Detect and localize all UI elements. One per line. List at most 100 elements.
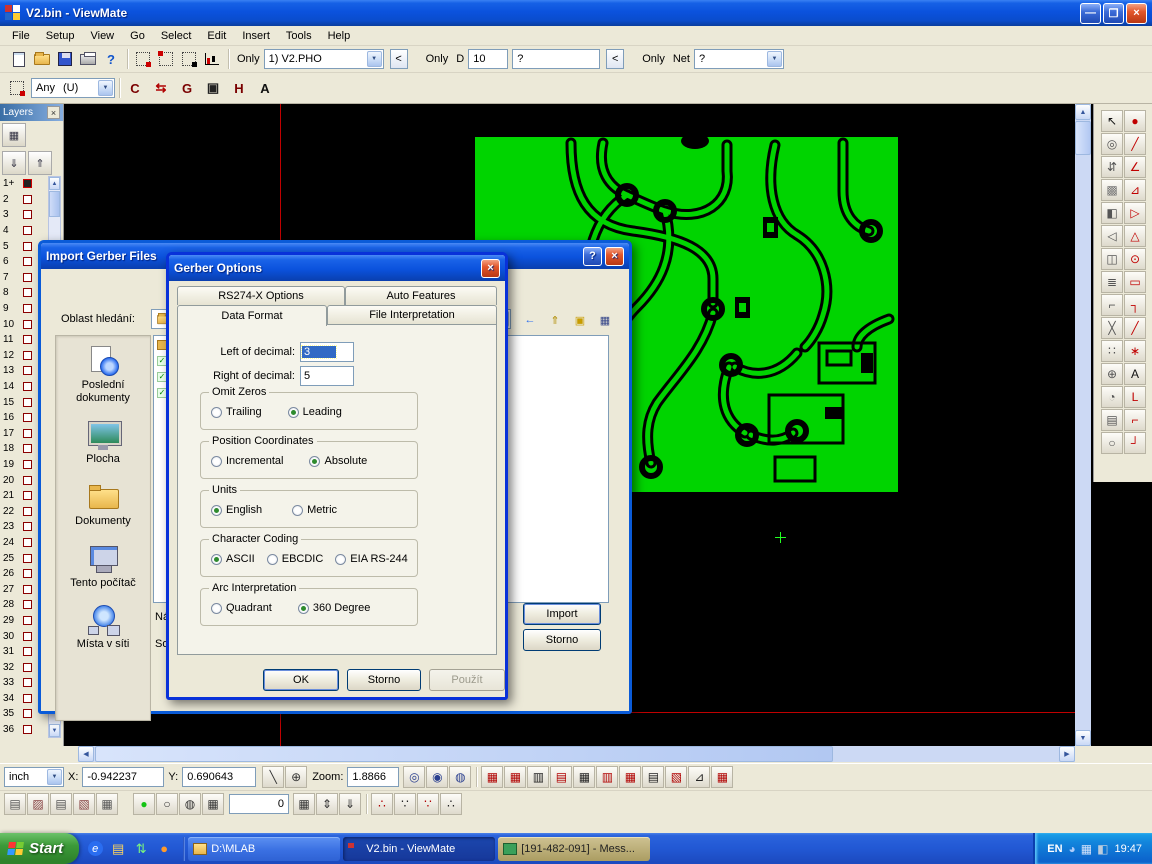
toolbar2-g-code-button[interactable]: G — [176, 77, 198, 99]
tool-tri-corner-button[interactable]: ⊿ — [1124, 179, 1146, 201]
menu-item-help[interactable]: Help — [320, 28, 359, 44]
tool-rect-tool-button[interactable]: ▭ — [1124, 271, 1146, 293]
layer-color-swatch[interactable] — [23, 709, 32, 718]
tool-quarter-button[interactable]: ◔ — [1101, 386, 1123, 408]
layer-color-swatch[interactable] — [23, 522, 32, 531]
taskbar-window-d-mlab[interactable]: D:\MLAB — [188, 837, 340, 861]
dots-dark-2-button[interactable]: ∴ — [440, 793, 462, 815]
tool-cursor-button[interactable]: ↖ — [1101, 110, 1123, 132]
import-cancel-button[interactable]: Storno — [523, 629, 601, 651]
import-button[interactable]: Import — [523, 603, 601, 625]
scroll-left-icon[interactable]: ◀ — [78, 746, 94, 762]
tool-pad-red-button[interactable]: ● — [1124, 110, 1146, 132]
status-led-button[interactable]: ● — [133, 793, 155, 815]
restore-button[interactable]: ❐ — [1103, 3, 1124, 24]
layers-panel-header[interactable]: Layers × — [0, 104, 63, 121]
grid-red-1-button[interactable]: ▦ — [481, 766, 503, 788]
zoom-value-field[interactable]: 1.8866 — [347, 767, 399, 787]
tool-tri-right-button[interactable]: ▷ — [1124, 202, 1146, 224]
combo-arrow-icon[interactable] — [98, 80, 113, 96]
radio-english-control[interactable] — [211, 505, 222, 516]
minimize-button[interactable]: — — [1080, 3, 1101, 24]
units-combo[interactable]: inch — [4, 767, 64, 787]
layer-color-swatch[interactable] — [23, 351, 32, 360]
layer-color-swatch[interactable] — [23, 288, 32, 297]
grid-small-button[interactable]: ▦ — [202, 793, 224, 815]
apply-button[interactable]: Použít — [429, 669, 505, 691]
tab-data-format[interactable]: Data Format — [177, 305, 327, 326]
taskbar-window-v2-bin-viewmate[interactable]: V2.bin - ViewMate — [343, 837, 495, 861]
zoom-fit-button[interactable]: ◍ — [449, 766, 471, 788]
measure-chart-button[interactable] — [201, 48, 223, 70]
layer-color-swatch[interactable] — [23, 382, 32, 391]
save-button[interactable] — [54, 48, 76, 70]
tool-corner-bl-button[interactable]: ⌐ — [1124, 409, 1146, 431]
grid-red-3-button[interactable]: ▤ — [550, 766, 572, 788]
new-file-button[interactable] — [8, 48, 30, 70]
measure-diag-button[interactable]: ╲ — [262, 766, 284, 788]
radio-ascii-control[interactable] — [211, 554, 222, 565]
layer-color-swatch[interactable] — [23, 444, 32, 453]
radio-option-absolute[interactable]: Absolute — [309, 455, 367, 467]
grid-red-6-button[interactable]: ▦ — [711, 766, 733, 788]
keyboard-language-indicator[interactable]: EN — [1047, 843, 1062, 855]
layer-color-swatch[interactable] — [23, 694, 32, 703]
layer-row-1[interactable]: 1+ — [0, 176, 48, 192]
folder-quicklaunch[interactable]: ▤ — [108, 838, 128, 860]
layers-close-button[interactable]: × — [47, 106, 60, 119]
tool-lines-h-button[interactable]: ≣ — [1101, 271, 1123, 293]
tool-corner-neg-button[interactable]: ⌐ — [1101, 294, 1123, 316]
menu-item-tools[interactable]: Tools — [278, 28, 320, 44]
layer-row-4[interactable]: 4 — [0, 223, 48, 239]
toolbar2-pad-square-button[interactable]: ▣ — [202, 77, 224, 99]
layer-color-swatch[interactable] — [23, 507, 32, 516]
start-button[interactable]: Start — [0, 833, 79, 864]
context-help-button[interactable]: ? — [100, 48, 122, 70]
tool-line-diag-button[interactable]: ╱ — [1124, 133, 1146, 155]
print-button[interactable] — [77, 48, 99, 70]
ok-button[interactable]: OK — [263, 669, 339, 691]
place-posledn-dokumenty[interactable]: Poslední dokumenty — [58, 346, 148, 404]
close-button[interactable]: × — [1126, 3, 1147, 24]
layer-color-swatch[interactable] — [23, 616, 32, 625]
grid-sheet-button[interactable]: ▦ — [96, 793, 118, 815]
tool-move-vert-button[interactable]: ⇵ — [1101, 156, 1123, 178]
tool-slash-button[interactable]: ╱ — [1124, 317, 1146, 339]
undo-tray-icon[interactable]: ◕ — [1069, 842, 1076, 856]
layer-move-up-button[interactable]: ⇑ — [28, 151, 52, 175]
layer-move-down-button[interactable]: ⇓ — [2, 151, 26, 175]
layer-color-swatch[interactable] — [23, 179, 32, 188]
layer-color-swatch[interactable] — [23, 647, 32, 656]
dots-red-1-button[interactable]: ∴ — [371, 793, 393, 815]
radio-option-incremental[interactable]: Incremental — [211, 455, 283, 467]
import-help-button[interactable]: ? — [583, 247, 602, 266]
radio-eia-rs-244-control[interactable] — [335, 554, 346, 565]
layer-color-swatch[interactable] — [23, 600, 32, 609]
hatch-sheet-button[interactable]: ▨ — [27, 793, 49, 815]
tool-text-a-button[interactable]: A — [1124, 363, 1146, 385]
scroll-down-icon[interactable]: ▼ — [49, 724, 60, 737]
canvas-hscrollbar[interactable]: ◀ ▶ — [78, 746, 1075, 762]
gerber-close-button[interactable]: × — [481, 259, 500, 278]
radio-option-ascii[interactable]: ASCII — [211, 553, 255, 565]
radio-option-eia-rs-244[interactable]: EIA RS-244 — [335, 553, 407, 565]
layer-color-swatch[interactable] — [23, 460, 32, 469]
radio-option-english[interactable]: English — [211, 504, 262, 516]
tool-tri-left-button[interactable]: ◁ — [1101, 225, 1123, 247]
layers-scroll-thumb[interactable] — [49, 191, 60, 217]
aperture-type-combo[interactable]: Any (U) — [31, 78, 115, 98]
count-field[interactable]: 0 — [229, 794, 289, 814]
clock[interactable]: 19:47 — [1114, 843, 1142, 855]
radio-360-degree-control[interactable] — [298, 603, 309, 614]
layer-color-swatch[interactable] — [23, 538, 32, 547]
layer-color-swatch[interactable] — [23, 320, 32, 329]
import-close-button[interactable]: × — [605, 247, 624, 266]
layer-color-swatch[interactable] — [23, 335, 32, 344]
new-folder-button[interactable]: ▣ — [569, 309, 591, 331]
radio-incremental-control[interactable] — [211, 456, 222, 467]
layer-color-swatch[interactable] — [23, 242, 32, 251]
canvas-viewport[interactable]: Layers × ▦ ⇓ ⇑ 1+23456789101112131415161… — [0, 104, 1152, 746]
layer-color-swatch[interactable] — [23, 663, 32, 672]
menu-item-setup[interactable]: Setup — [38, 28, 83, 44]
layer-row-3[interactable]: 3 — [0, 207, 48, 223]
